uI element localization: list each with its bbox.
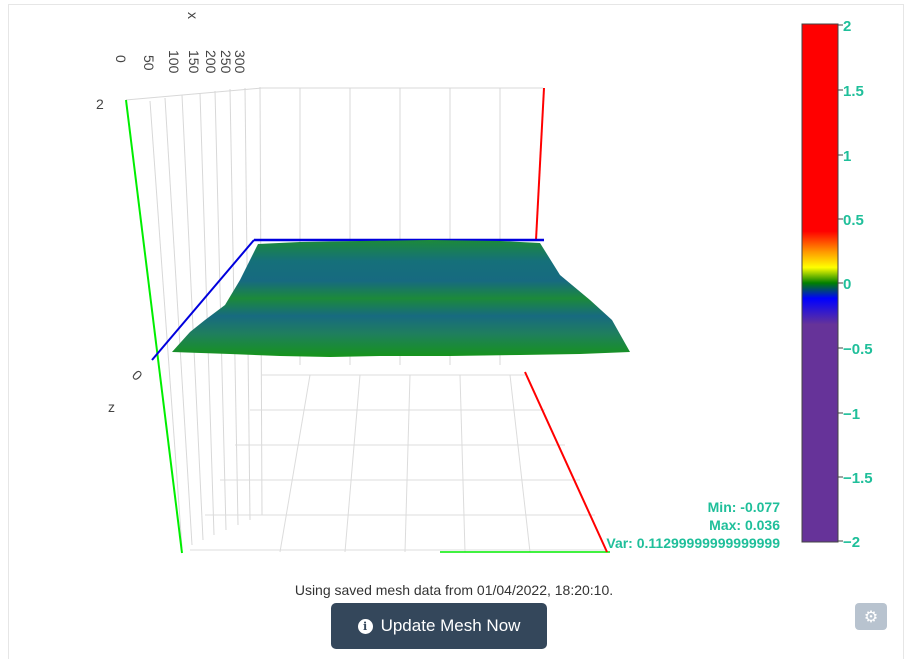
x-axis-title: x bbox=[185, 12, 201, 19]
stat-var: Var: 0.11299999999999999 bbox=[606, 535, 780, 551]
z-axis-title: z bbox=[108, 399, 115, 415]
settings-button[interactable]: ⚙ bbox=[855, 603, 887, 630]
info-circle-icon: i bbox=[357, 618, 373, 634]
colorbar-tick-label: 1 bbox=[843, 148, 851, 165]
x-tick-label: 300 bbox=[232, 50, 248, 74]
gear-icon: ⚙ bbox=[863, 608, 879, 626]
update-mesh-button[interactable]: i Update Mesh Now bbox=[331, 603, 547, 649]
x-axis-ticks: 0 50 100 150 200 250 300 x bbox=[113, 12, 248, 74]
floor-grid bbox=[190, 374, 605, 553]
stat-min: Min: -0.077 bbox=[707, 499, 780, 515]
colorbar-tick-label: −0.5 bbox=[843, 341, 873, 358]
colorbar-tick-label: 1.5 bbox=[843, 83, 864, 100]
x-tick-label: 250 bbox=[218, 50, 234, 74]
mesh-3d-plot[interactable]: 0 50 100 150 200 250 300 x 2 0 z 2 1.5 1… bbox=[0, 0, 908, 580]
update-mesh-button-label: Update Mesh Now bbox=[380, 616, 521, 635]
mesh-surface bbox=[172, 240, 630, 357]
y-axis-line-top bbox=[535, 87, 545, 241]
x-tick-label: 100 bbox=[166, 50, 182, 74]
colorbar-tick-label: −1 bbox=[843, 406, 860, 423]
x-tick-label: 50 bbox=[141, 55, 157, 71]
colorbar-tick-label: 2 bbox=[843, 18, 851, 35]
x-tick-label: 200 bbox=[203, 50, 219, 74]
x-tick-label: 150 bbox=[186, 50, 202, 74]
colorbar-tick-label: 0.5 bbox=[843, 212, 864, 229]
colorbar-ticks: 2 1.5 1 0.5 0 −0.5 −1 −1.5 −2 bbox=[838, 18, 873, 551]
colorbar-tick-label: 0 bbox=[843, 276, 851, 293]
colorbar bbox=[801, 23, 839, 543]
x-tick-label: 0 bbox=[113, 55, 129, 63]
z-tick-label: 0 bbox=[129, 367, 146, 384]
colorbar-tick-label: −1.5 bbox=[843, 470, 873, 487]
colorbar-tick-label: −2 bbox=[843, 534, 860, 551]
mesh-status-text: Using saved mesh data from 01/04/2022, 1… bbox=[294, 582, 614, 598]
z-axis-line bbox=[125, 99, 183, 554]
stat-max: Max: 0.036 bbox=[709, 517, 780, 533]
mesh-stats: Min: -0.077 Max: 0.036 Var: 0.1129999999… bbox=[560, 498, 780, 552]
z-tick-label: 2 bbox=[96, 96, 104, 112]
